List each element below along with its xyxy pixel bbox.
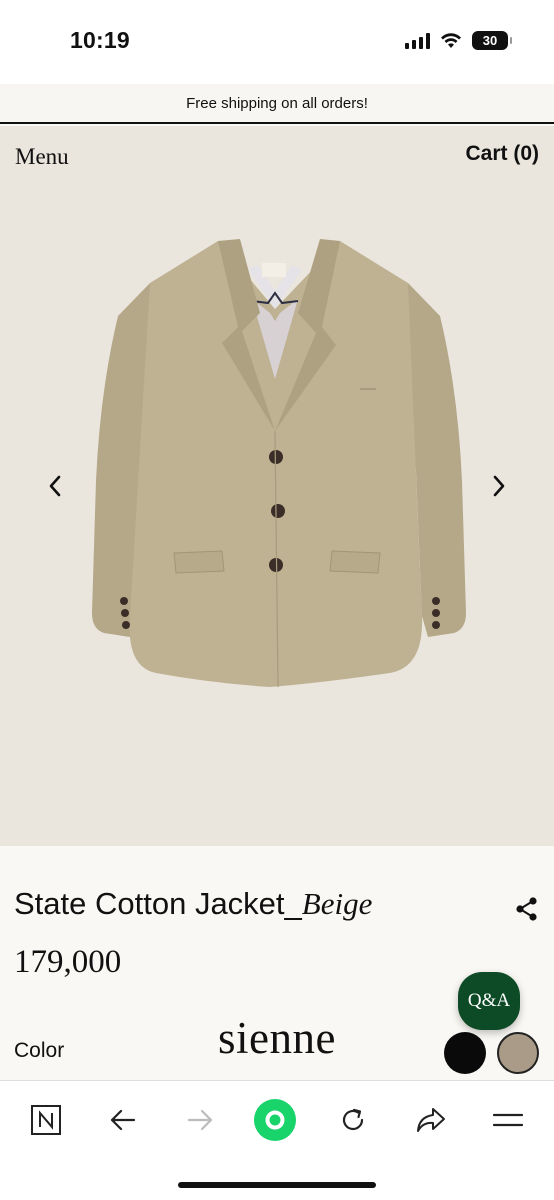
share-icon[interactable]: [514, 896, 540, 922]
promo-banner: Free shipping on all orders!: [0, 84, 554, 124]
reload-icon[interactable]: [331, 1098, 375, 1142]
home-indicator: [178, 1182, 376, 1188]
status-bar: 10:19 30: [0, 0, 554, 84]
status-time: 10:19: [70, 27, 130, 53]
menu-button[interactable]: Menu: [15, 144, 69, 170]
green-dot-icon[interactable]: [253, 1098, 297, 1142]
wifi-icon: [441, 33, 461, 48]
product-gallery: Menu Cart (0): [0, 126, 554, 846]
color-swatch-black[interactable]: [444, 1032, 486, 1074]
share-arrow-icon[interactable]: [409, 1098, 453, 1142]
color-swatch-beige[interactable]: [497, 1032, 539, 1074]
browser-toolbar: [0, 1080, 554, 1200]
back-arrow-icon[interactable]: [101, 1098, 145, 1142]
cart-button[interactable]: Cart (0): [465, 142, 539, 166]
product-name: State Cotton Jacket_: [14, 886, 302, 921]
qa-button[interactable]: Q&A: [458, 972, 520, 1030]
product-price: 179,000: [14, 944, 122, 980]
product-info: State Cotton Jacket_Beige 179,000 sienne…: [0, 846, 554, 1080]
chevron-right-icon[interactable]: [484, 471, 514, 501]
product-variant: Beige: [301, 886, 373, 921]
status-icons: 30: [405, 31, 512, 50]
battery-icon: 30: [472, 31, 512, 50]
product-title: State Cotton Jacket_Beige: [14, 886, 372, 922]
color-label: Color: [14, 1039, 65, 1062]
naver-n-icon[interactable]: [24, 1098, 68, 1142]
forward-arrow-icon[interactable]: [178, 1098, 222, 1142]
signal-icon: [405, 32, 430, 49]
product-image: [92, 239, 466, 688]
menu-icon[interactable]: [486, 1098, 530, 1142]
chevron-left-icon[interactable]: [40, 471, 70, 501]
